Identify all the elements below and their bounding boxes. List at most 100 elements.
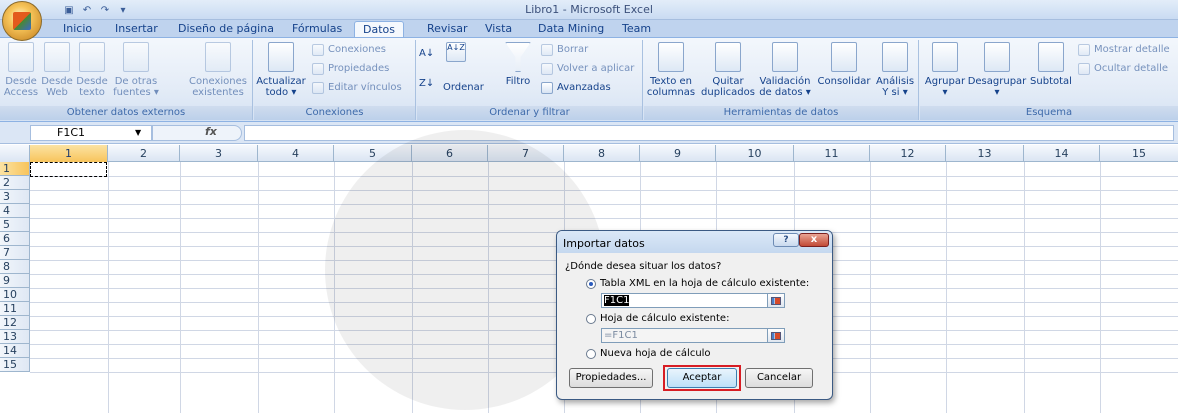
column-header[interactable]: 1 [30, 145, 108, 162]
sort-asc-button[interactable]: A↓ [419, 46, 434, 62]
ordenar-button[interactable]: Ordenar [443, 80, 484, 96]
column-header[interactable]: 8 [564, 145, 640, 162]
tab-datos[interactable]: Datos [354, 21, 404, 37]
tab-diseno[interactable]: Diseño de página [178, 21, 274, 37]
otras-fuentes-button[interactable]: De otras fuentes ▾ [112, 42, 160, 98]
group-label-conexiones: Conexiones [254, 106, 415, 120]
group-ordenar-filtrar: A↓ Z↓ A↓Z Ordenar Filtro Borrar Volver a… [417, 40, 643, 120]
ocultar-detalle-button[interactable]: Ocultar detalle [1078, 61, 1168, 77]
column-header[interactable]: 11 [794, 145, 870, 162]
filtro-button[interactable]: Filtro [501, 42, 535, 87]
column-header[interactable]: 15 [1100, 145, 1178, 162]
row-header[interactable]: 3 [0, 190, 30, 204]
tab-vista[interactable]: Vista [485, 21, 512, 37]
row-header[interactable]: 1 [0, 162, 30, 176]
cancel-button[interactable]: Cancelar [745, 368, 813, 388]
column-header[interactable]: 5 [334, 145, 412, 162]
desde-web-button[interactable]: Desde Web [40, 42, 74, 98]
row-header[interactable]: 13 [0, 330, 30, 344]
row-header[interactable]: 7 [0, 246, 30, 260]
column-header[interactable]: 2 [108, 145, 180, 162]
row-header[interactable]: 4 [0, 204, 30, 218]
group-label-obtener: Obtener datos externos [0, 106, 252, 120]
column-header[interactable]: 14 [1024, 145, 1100, 162]
radio-new-sheet[interactable] [586, 348, 596, 359]
tab-inicio[interactable]: Inicio [63, 21, 92, 37]
row-header[interactable]: 14 [0, 344, 30, 358]
sort-desc-button[interactable]: Z↓ [419, 76, 434, 92]
active-cell[interactable] [30, 162, 107, 177]
radio-existing-sheet[interactable] [586, 313, 596, 324]
row-header[interactable]: 9 [0, 274, 30, 288]
consolidar-button[interactable]: Consolidar [814, 42, 874, 87]
tab-insertar[interactable]: Insertar [115, 21, 158, 37]
column-header[interactable]: 10 [716, 145, 794, 162]
subtotal-button[interactable]: Subtotal [1028, 42, 1074, 87]
help-button[interactable]: ? [773, 233, 799, 247]
tab-formulas[interactable]: Fórmulas [292, 21, 342, 37]
row-header[interactable]: 2 [0, 176, 30, 190]
analisis-y-si-button[interactable]: Análisis Y si ▾ [874, 42, 916, 98]
properties-button[interactable]: Propiedades... [569, 368, 653, 388]
row-header[interactable]: 11 [0, 302, 30, 316]
desagrupar-button[interactable]: Desagrupar ▾ [966, 42, 1028, 98]
row-header[interactable]: 8 [0, 260, 30, 274]
clear-filter-icon [541, 44, 553, 56]
row-header[interactable]: 12 [0, 316, 30, 330]
close-button[interactable]: x [799, 233, 829, 247]
existing-ref-input[interactable]: =F1C1 [601, 328, 785, 343]
option-new-sheet[interactable]: Nueva hoja de cálculo [586, 348, 711, 359]
column-header[interactable]: 7 [488, 145, 564, 162]
insert-function-icon[interactable]: fx [205, 125, 217, 138]
office-button[interactable] [2, 1, 42, 41]
name-box[interactable]: F1C1 [30, 125, 152, 141]
name-box-dropdown-icon[interactable]: ▼ [135, 128, 141, 137]
desde-texto-button[interactable]: Desde texto [74, 42, 110, 98]
editar-vinculos-button[interactable]: Editar vínculos [312, 80, 402, 96]
existing-ref-collapse-button[interactable] [767, 328, 785, 343]
xml-ref-collapse-button[interactable] [767, 293, 785, 308]
option-xml-label: Tabla XML en la hoja de cálculo existent… [600, 278, 810, 289]
formula-input[interactable] [244, 125, 1174, 141]
volver-aplicar-button[interactable]: Volver a aplicar [541, 61, 634, 77]
texto-en-columnas-button[interactable]: Texto en columnas [646, 42, 696, 98]
text-file-icon [79, 42, 105, 72]
validacion-datos-button[interactable]: Validación de datos ▾ [756, 42, 814, 98]
actualizar-todo-button[interactable]: Actualizar todo ▾ [256, 42, 306, 98]
tab-team[interactable]: Team [622, 21, 651, 37]
row-header[interactable]: 15 [0, 358, 30, 372]
select-all-corner[interactable] [0, 145, 30, 162]
option-xml-table[interactable]: Tabla XML en la hoja de cálculo existent… [586, 278, 809, 289]
column-header[interactable]: 13 [946, 145, 1024, 162]
consolidate-icon [831, 42, 857, 72]
column-header[interactable]: 12 [870, 145, 946, 162]
xml-ref-input[interactable]: F1C1 [601, 293, 785, 308]
row-header[interactable]: 10 [0, 288, 30, 302]
agrupar-button[interactable]: Agrupar ▾ [924, 42, 966, 98]
propiedades-button[interactable]: Propiedades [312, 61, 389, 77]
column-header[interactable]: 6 [412, 145, 488, 162]
avanzadas-button[interactable]: Avanzadas [541, 80, 611, 96]
group-obtener-datos: Desde Access Desde Web Desde texto De otras… [0, 40, 253, 120]
quitar-duplicados-button[interactable]: Quitar duplicados [700, 42, 756, 98]
show-detail-icon [1078, 44, 1090, 56]
column-header[interactable]: 9 [640, 145, 716, 162]
row-header[interactable]: 6 [0, 232, 30, 246]
radio-xml-table[interactable] [586, 278, 596, 289]
borrar-button[interactable]: Borrar [541, 42, 588, 58]
tab-data-mining[interactable]: Data Mining [538, 21, 604, 37]
option-existing-sheet[interactable]: Hoja de cálculo existente: [586, 313, 729, 324]
column-header[interactable]: 3 [180, 145, 258, 162]
row-header[interactable]: 5 [0, 218, 30, 232]
accept-button[interactable]: Aceptar [667, 368, 737, 388]
sort-az-icon: A↓Z [446, 42, 466, 62]
desde-access-button[interactable]: Desde Access [2, 42, 40, 98]
subtotal-icon [1038, 42, 1064, 72]
mostrar-detalle-button[interactable]: Mostrar detalle [1078, 42, 1170, 58]
tab-revisar[interactable]: Revisar [427, 21, 467, 37]
conexiones-existentes-button[interactable]: Conexiones existentes [186, 42, 250, 98]
group-herramientas-datos: Texto en columnas Quitar duplicados Valida… [644, 40, 919, 120]
conexiones-button[interactable]: Conexiones [312, 42, 386, 58]
column-header[interactable]: 4 [258, 145, 334, 162]
dialog-titlebar[interactable]: Importar datos ? x [557, 231, 832, 253]
